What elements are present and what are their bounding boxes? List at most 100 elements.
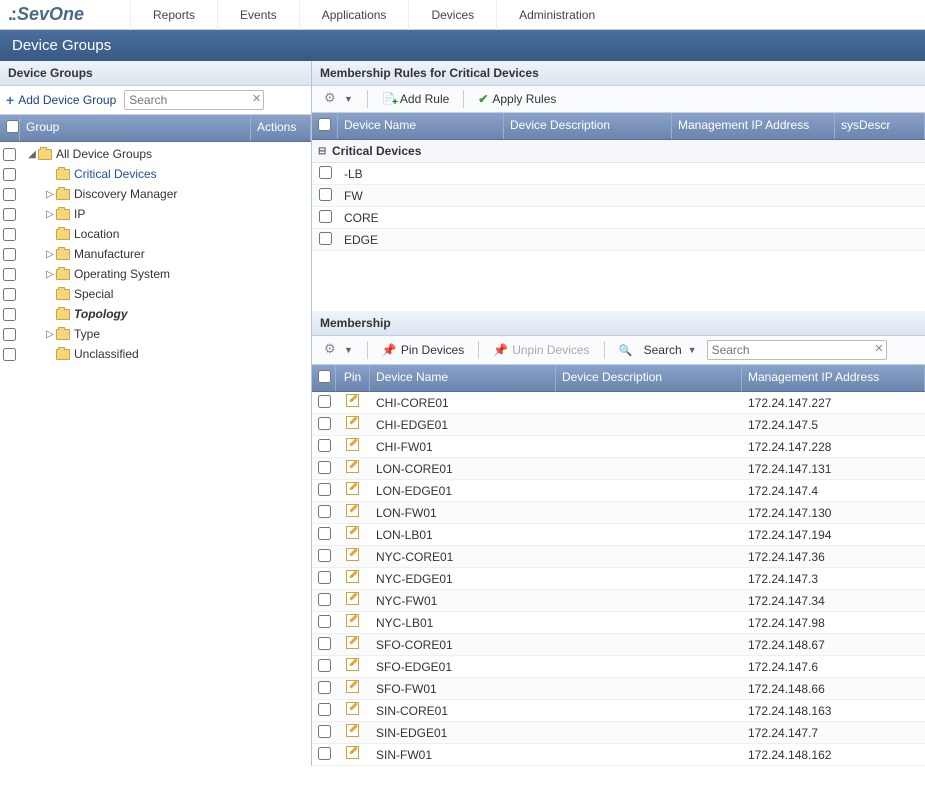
edit-icon[interactable] (345, 613, 361, 629)
membership-header-desc[interactable]: Device Description (556, 365, 742, 391)
tree-item-label[interactable]: Operating System (74, 267, 170, 281)
device-row[interactable]: CHI-EDGE01172.24.147.5 (312, 414, 925, 436)
device-row[interactable]: SFO-FW01172.24.148.66 (312, 678, 925, 700)
tree-item-checkbox[interactable] (3, 188, 16, 201)
device-row[interactable]: CHI-FW01172.24.147.228 (312, 436, 925, 458)
tree-item-label[interactable]: Type (74, 327, 100, 341)
unpin-devices-button[interactable]: 📌Unpin Devices (487, 341, 595, 359)
edit-icon[interactable] (345, 503, 361, 519)
nav-applications[interactable]: Applications (299, 0, 409, 30)
membership-search-input[interactable] (707, 340, 887, 360)
search-dropdown-button[interactable]: Search▼ (613, 341, 703, 359)
device-row[interactable]: SIN-CORE01172.24.148.163 (312, 700, 925, 722)
expand-icon[interactable]: ▷ (44, 209, 56, 220)
device-checkbox[interactable] (318, 593, 331, 606)
device-row[interactable]: LON-EDGE01172.24.147.4 (312, 480, 925, 502)
nav-reports[interactable]: Reports (130, 0, 217, 30)
edit-icon[interactable] (345, 701, 361, 717)
rule-checkbox[interactable] (319, 166, 332, 179)
tree-item-checkbox[interactable] (3, 288, 16, 301)
rules-header-ip[interactable]: Management IP Address (672, 113, 835, 139)
device-row[interactable]: SIN-EDGE01172.24.147.7 (312, 722, 925, 744)
tree-item-checkbox[interactable] (3, 308, 16, 321)
header-group[interactable]: Group (20, 115, 251, 141)
rule-checkbox[interactable] (319, 232, 332, 245)
device-row[interactable]: SIN-FW01172.24.148.162 (312, 744, 925, 766)
collapse-icon[interactable]: ⊟ (318, 146, 332, 157)
edit-icon[interactable] (345, 569, 361, 585)
tree-item-checkbox[interactable] (3, 268, 16, 281)
device-checkbox[interactable] (318, 439, 331, 452)
device-row[interactable]: NYC-CORE01172.24.147.36 (312, 546, 925, 568)
select-all-devices-checkbox[interactable] (318, 370, 331, 383)
device-checkbox[interactable] (318, 703, 331, 716)
tree-item-label[interactable]: Location (74, 227, 119, 241)
device-checkbox[interactable] (318, 505, 331, 518)
edit-icon[interactable] (345, 635, 361, 651)
device-checkbox[interactable] (318, 747, 331, 760)
membership-header-ip[interactable]: Management IP Address (742, 365, 925, 391)
device-checkbox[interactable] (318, 725, 331, 738)
collapse-icon[interactable]: ◢ (26, 149, 38, 160)
clear-icon[interactable]: ✕ (874, 342, 883, 355)
device-row[interactable]: NYC-FW01172.24.147.34 (312, 590, 925, 612)
membership-gear-button[interactable]: ▼ (318, 341, 359, 359)
device-row[interactable]: SFO-EDGE01172.24.147.6 (312, 656, 925, 678)
tree-item-checkbox[interactable] (3, 348, 16, 361)
edit-icon[interactable] (345, 591, 361, 607)
membership-header-pin[interactable]: Pin (336, 365, 370, 391)
device-row[interactable]: LON-LB01172.24.147.194 (312, 524, 925, 546)
edit-icon[interactable] (345, 679, 361, 695)
rule-checkbox[interactable] (319, 188, 332, 201)
tree-item-checkbox[interactable] (3, 208, 16, 221)
device-row[interactable]: CHI-CORE01172.24.147.227 (312, 392, 925, 414)
add-device-group-button[interactable]: Add Device Group (18, 93, 116, 107)
device-checkbox[interactable] (318, 571, 331, 584)
edit-icon[interactable] (345, 657, 361, 673)
left-search-input[interactable] (124, 90, 264, 110)
device-checkbox[interactable] (318, 637, 331, 650)
device-row[interactable]: SFO-CORE01172.24.148.67 (312, 634, 925, 656)
device-checkbox[interactable] (318, 549, 331, 562)
nav-devices[interactable]: Devices (408, 0, 496, 30)
apply-rules-button[interactable]: ✔Apply Rules (472, 90, 562, 108)
rule-row[interactable]: CORE (312, 207, 925, 229)
tree-item-checkbox[interactable] (3, 248, 16, 261)
edit-icon[interactable] (345, 745, 361, 761)
tree-item-checkbox[interactable] (3, 168, 16, 181)
rule-row[interactable]: -LB (312, 163, 925, 185)
expand-icon[interactable]: ▷ (44, 269, 56, 280)
select-all-rules-checkbox[interactable] (318, 118, 331, 131)
tree-item-label[interactable]: Manufacturer (74, 247, 145, 261)
edit-icon[interactable] (345, 437, 361, 453)
rules-header-sys[interactable]: sysDescr (835, 113, 925, 139)
device-checkbox[interactable] (318, 417, 331, 430)
device-row[interactable]: LON-FW01172.24.147.130 (312, 502, 925, 524)
device-row[interactable]: NYC-EDGE01172.24.147.3 (312, 568, 925, 590)
tree-item-label[interactable]: Critical Devices (74, 167, 157, 181)
expand-icon[interactable]: ▷ (44, 189, 56, 200)
edit-icon[interactable] (345, 723, 361, 739)
nav-events[interactable]: Events (217, 0, 299, 30)
tree-item-checkbox[interactable] (3, 328, 16, 341)
edit-icon[interactable] (345, 481, 361, 497)
device-checkbox[interactable] (318, 615, 331, 628)
membership-header-name[interactable]: Device Name (370, 365, 556, 391)
rules-gear-button[interactable]: ▼ (318, 90, 359, 108)
nav-administration[interactable]: Administration (496, 0, 617, 30)
tree-item-label[interactable]: Discovery Manager (74, 187, 177, 201)
tree-item-label[interactable]: Special (74, 287, 113, 301)
clear-icon[interactable]: ✕ (252, 92, 261, 105)
device-row[interactable]: NYC-LB01172.24.147.98 (312, 612, 925, 634)
device-checkbox[interactable] (318, 461, 331, 474)
rule-row[interactable]: EDGE (312, 229, 925, 251)
tree-item-label[interactable]: All Device Groups (56, 147, 152, 161)
rules-header-name[interactable]: Device Name (338, 113, 504, 139)
edit-icon[interactable] (345, 415, 361, 431)
tree-item-label[interactable]: Unclassified (74, 347, 139, 361)
device-checkbox[interactable] (318, 395, 331, 408)
tree-item-checkbox[interactable] (3, 148, 16, 161)
expand-icon[interactable]: ▷ (44, 329, 56, 340)
device-row[interactable]: LON-CORE01172.24.147.131 (312, 458, 925, 480)
tree-item-label[interactable]: Topology (74, 307, 128, 321)
